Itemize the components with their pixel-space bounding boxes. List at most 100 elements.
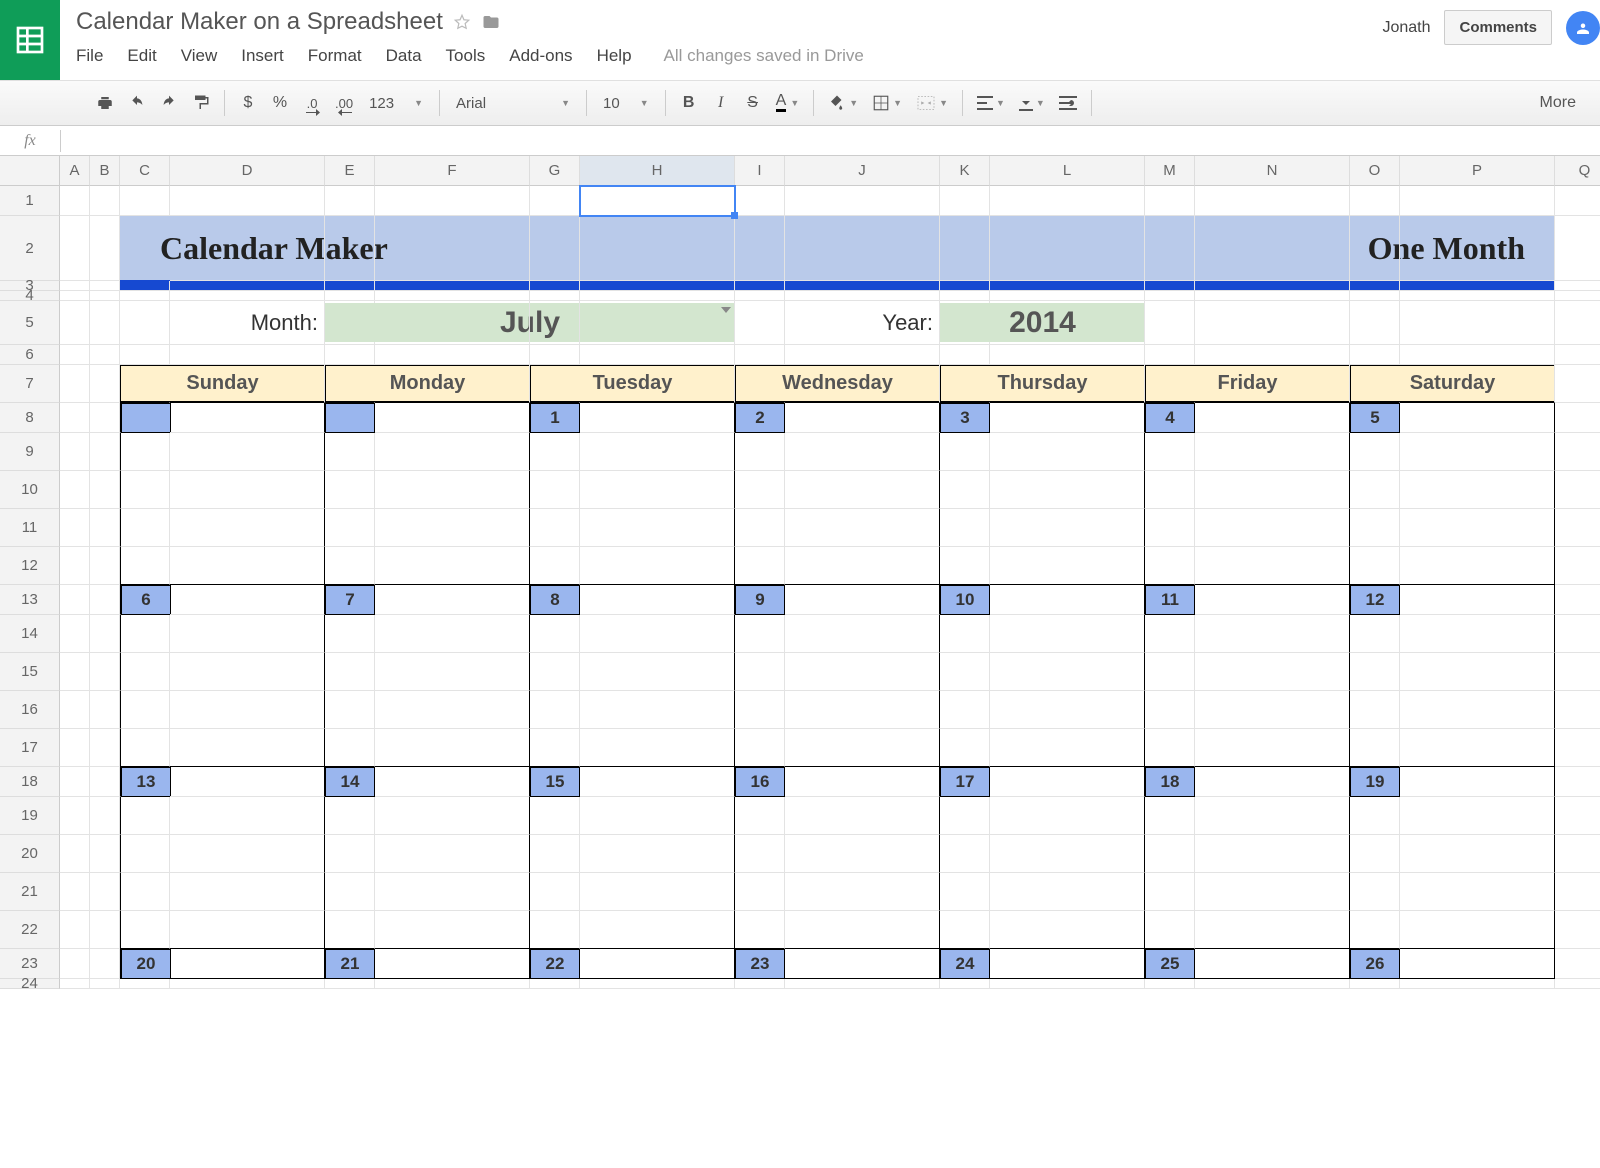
cell-E22[interactable] [325, 911, 375, 949]
cell-B21[interactable] [90, 873, 120, 911]
share-button[interactable] [1566, 11, 1600, 45]
cell-I2[interactable] [735, 216, 785, 281]
cell-O8[interactable]: 5 [1350, 403, 1400, 433]
cell-G12[interactable] [530, 547, 580, 585]
date-2[interactable]: 2 [735, 403, 785, 433]
cell-A19[interactable] [60, 797, 90, 835]
cell-F2[interactable] [375, 216, 530, 281]
menu-edit[interactable]: Edit [127, 46, 156, 66]
cell-J2[interactable] [785, 216, 940, 281]
cell-H11[interactable] [580, 509, 735, 547]
col-header-H[interactable]: H [580, 156, 735, 186]
cell-J20[interactable] [785, 835, 940, 873]
cell-K22[interactable] [940, 911, 990, 949]
cell-P8[interactable] [1400, 403, 1555, 433]
cell-I16[interactable] [735, 691, 785, 729]
cell-F24[interactable] [375, 979, 530, 989]
cell-I4[interactable] [735, 291, 785, 301]
cell-Q8[interactable] [1555, 403, 1600, 433]
cell-B3[interactable] [90, 281, 120, 291]
cell-G16[interactable] [530, 691, 580, 729]
cell-O22[interactable] [1350, 911, 1400, 949]
cell-I6[interactable] [735, 345, 785, 365]
cell-Q24[interactable] [1555, 979, 1600, 989]
row-header-11[interactable]: 11 [0, 509, 60, 547]
cell-C10[interactable] [120, 471, 170, 509]
print-icon[interactable] [90, 88, 120, 118]
redo-icon[interactable] [154, 88, 184, 118]
cell-A17[interactable] [60, 729, 90, 767]
row-header-24[interactable]: 24 [0, 979, 60, 989]
cell-I7[interactable]: Wednesday [735, 365, 785, 403]
cell-K4[interactable] [940, 291, 990, 301]
cell-I11[interactable] [735, 509, 785, 547]
cell-I23[interactable]: 23 [735, 949, 785, 979]
cell-I14[interactable] [735, 615, 785, 653]
cell-E9[interactable] [325, 433, 375, 471]
cell-H15[interactable] [580, 653, 735, 691]
cell-E13[interactable]: 7 [325, 585, 375, 615]
cell-L9[interactable] [990, 433, 1145, 471]
cell-G7[interactable]: Tuesday [530, 365, 580, 403]
cell-L1[interactable] [990, 186, 1145, 216]
cell-L2[interactable] [990, 216, 1145, 281]
row-header-14[interactable]: 14 [0, 615, 60, 653]
cell-H7[interactable] [580, 365, 735, 403]
cell-P5[interactable] [1400, 301, 1555, 345]
date-16[interactable]: 16 [735, 767, 785, 797]
cell-O10[interactable] [1350, 471, 1400, 509]
cell-Q2[interactable] [1555, 216, 1600, 281]
cell-I18[interactable]: 16 [735, 767, 785, 797]
cell-P6[interactable] [1400, 345, 1555, 365]
cell-F1[interactable] [375, 186, 530, 216]
cell-C23[interactable]: 20 [120, 949, 170, 979]
cell-L10[interactable] [990, 471, 1145, 509]
star-icon[interactable] [453, 13, 471, 31]
cell-K5[interactable]: 2014 [940, 301, 990, 345]
cell-Q20[interactable] [1555, 835, 1600, 873]
cell-D5[interactable]: Month: [170, 301, 325, 345]
cell-B18[interactable] [90, 767, 120, 797]
cell-O17[interactable] [1350, 729, 1400, 767]
cell-O23[interactable]: 26 [1350, 949, 1400, 979]
cell-F9[interactable] [375, 433, 530, 471]
cell-E15[interactable] [325, 653, 375, 691]
cell-K1[interactable] [940, 186, 990, 216]
cell-P15[interactable] [1400, 653, 1555, 691]
cell-P9[interactable] [1400, 433, 1555, 471]
cell-G3[interactable] [530, 281, 580, 291]
cell-C8[interactable] [120, 403, 170, 433]
cell-Q21[interactable] [1555, 873, 1600, 911]
cell-D24[interactable] [170, 979, 325, 989]
cell-L20[interactable] [990, 835, 1145, 873]
cell-F18[interactable] [375, 767, 530, 797]
cell-O3[interactable] [1350, 281, 1400, 291]
increase-decimal-button[interactable]: .00 [329, 88, 359, 118]
menu-addons[interactable]: Add-ons [509, 46, 572, 66]
date-6[interactable]: 6 [121, 585, 171, 615]
cell-E23[interactable]: 21 [325, 949, 375, 979]
cell-J12[interactable] [785, 547, 940, 585]
cell-B7[interactable] [90, 365, 120, 403]
cell-B8[interactable] [90, 403, 120, 433]
cell-O1[interactable] [1350, 186, 1400, 216]
cell-N2[interactable] [1195, 216, 1350, 281]
cell-P16[interactable] [1400, 691, 1555, 729]
cell-L15[interactable] [990, 653, 1145, 691]
cell-J4[interactable] [785, 291, 940, 301]
cell-E24[interactable] [325, 979, 375, 989]
cell-Q10[interactable] [1555, 471, 1600, 509]
cell-C13[interactable]: 6 [120, 585, 170, 615]
row-header-17[interactable]: 17 [0, 729, 60, 767]
cell-K17[interactable] [940, 729, 990, 767]
cell-G5[interactable] [530, 301, 580, 345]
cell-I17[interactable] [735, 729, 785, 767]
cell-G4[interactable] [530, 291, 580, 301]
cell-J8[interactable] [785, 403, 940, 433]
cell-M11[interactable] [1145, 509, 1195, 547]
cell-K8[interactable]: 3 [940, 403, 990, 433]
cell-G15[interactable] [530, 653, 580, 691]
cell-M15[interactable] [1145, 653, 1195, 691]
col-header-M[interactable]: M [1145, 156, 1195, 186]
cell-Q1[interactable] [1555, 186, 1600, 216]
